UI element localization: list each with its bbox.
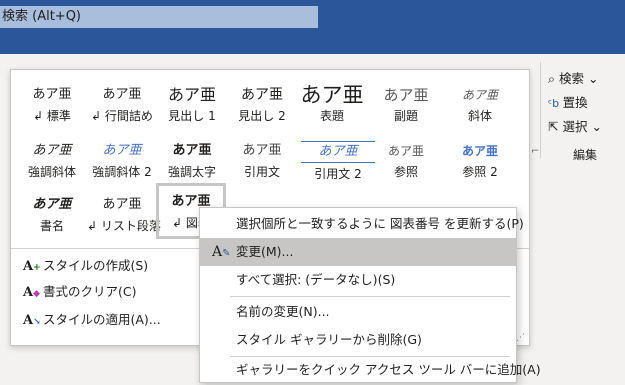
style-label: 行間詰め: [104, 109, 153, 123]
menu-item-add-to-qat[interactable]: ギャラリーをクイック アクセス ツール バーに追加(A): [200, 356, 541, 384]
menu-item-update-to-match[interactable]: 選択個所と一致するように 図表番号 を更新する(P): [200, 210, 524, 238]
style-item[interactable]: あア亜 ↲ 標準: [17, 76, 87, 132]
ribbon-separator: [540, 62, 541, 158]
cursor-icon: ⇱: [548, 119, 563, 134]
new-style-icon: A+: [23, 259, 41, 274]
group-label-editing: 編集: [573, 148, 598, 162]
menu-item-remove-from-gallery[interactable]: スタイル ギャラリーから削除(G): [200, 326, 516, 354]
style-item[interactable]: あア亜 引用文: [227, 132, 297, 188]
style-item[interactable]: あア亜 見出し 2: [227, 76, 297, 132]
style-item[interactable]: あア亜 斜体: [445, 76, 515, 132]
style-item[interactable]: あア亜 表題: [297, 76, 367, 132]
search-button[interactable]: ⌕ 検索 ⌄: [548, 68, 625, 90]
style-item[interactable]: あア亜 見出し 1: [157, 76, 227, 132]
resize-grip-icon[interactable]: ⋰: [516, 333, 525, 343]
style-label: リスト段落: [100, 219, 161, 233]
replace-icon: ᶜb: [548, 97, 563, 110]
search-icon: ⌕: [548, 71, 559, 86]
style-label: 標準: [46, 109, 71, 123]
style-label: 引用文 2: [314, 167, 362, 181]
apply-style-icon: A↘: [23, 313, 41, 328]
style-label: 表題: [319, 109, 344, 123]
clear-format-icon: A◆: [23, 285, 41, 300]
style-label: 見出し 2: [238, 109, 286, 123]
style-label: 副題: [393, 109, 418, 123]
style-item[interactable]: あア亜 強調斜体 2: [87, 132, 157, 188]
style-item[interactable]: あア亜 副題: [371, 76, 441, 132]
style-label: 斜体: [467, 109, 492, 123]
style-item[interactable]: あア亜 引用文 2: [301, 132, 375, 188]
style-item[interactable]: あア亜 強調太字: [157, 132, 227, 188]
style-label: 書名: [39, 219, 64, 233]
modify-style-icon: A✎: [212, 244, 231, 260]
style-label: 強調斜体 2: [92, 165, 152, 179]
apply-style-command[interactable]: A↘ スタイルの適用(A)...: [23, 308, 161, 332]
style-item[interactable]: あア亜 参照: [371, 132, 441, 188]
select-button[interactable]: ⇱ 選択 ⌄: [548, 116, 625, 138]
menu-item-modify[interactable]: A✎ 変更(M)...: [200, 238, 516, 266]
title-bar: 検索 (Alt+Q): [0, 0, 625, 54]
search-box[interactable]: 検索 (Alt+Q): [0, 6, 318, 28]
chevron-down-icon: ⌄: [584, 71, 599, 86]
style-label: 強調斜体: [27, 165, 76, 179]
style-item[interactable]: あア亜 書名: [17, 186, 87, 242]
menu-item-rename[interactable]: 名前の変更(N)...: [200, 298, 516, 326]
replace-button[interactable]: ᶜb 置換: [548, 92, 625, 114]
clear-format-command[interactable]: A◆ 書式のクリア(C): [23, 280, 136, 304]
style-item[interactable]: あア亜 ↲ 行間詰め: [87, 76, 157, 132]
style-item[interactable]: あア亜 ↲ リスト段落: [87, 186, 161, 242]
style-label: 引用文: [243, 165, 280, 179]
style-label: 見出し 1: [168, 109, 216, 123]
style-label: 参照: [393, 165, 418, 179]
chevron-down-icon: ⌄: [587, 119, 602, 134]
dialog-launcher-icon[interactable]: ⌐: [531, 146, 539, 157]
style-item[interactable]: あア亜 参照 2: [445, 132, 515, 188]
menu-divider: [230, 296, 510, 297]
menu-item-select-all[interactable]: すべて選択: (データなし)(S): [200, 266, 516, 294]
style-label: 強調太字: [167, 165, 216, 179]
style-label: 参照 2: [462, 165, 498, 179]
create-style-command[interactable]: A+ スタイルの作成(S): [23, 254, 148, 278]
style-context-menu: 選択個所と一致するように 図表番号 を更新する(P) A✎ 変更(M)... す…: [199, 207, 541, 384]
style-item[interactable]: あア亜 強調斜体: [17, 132, 87, 188]
